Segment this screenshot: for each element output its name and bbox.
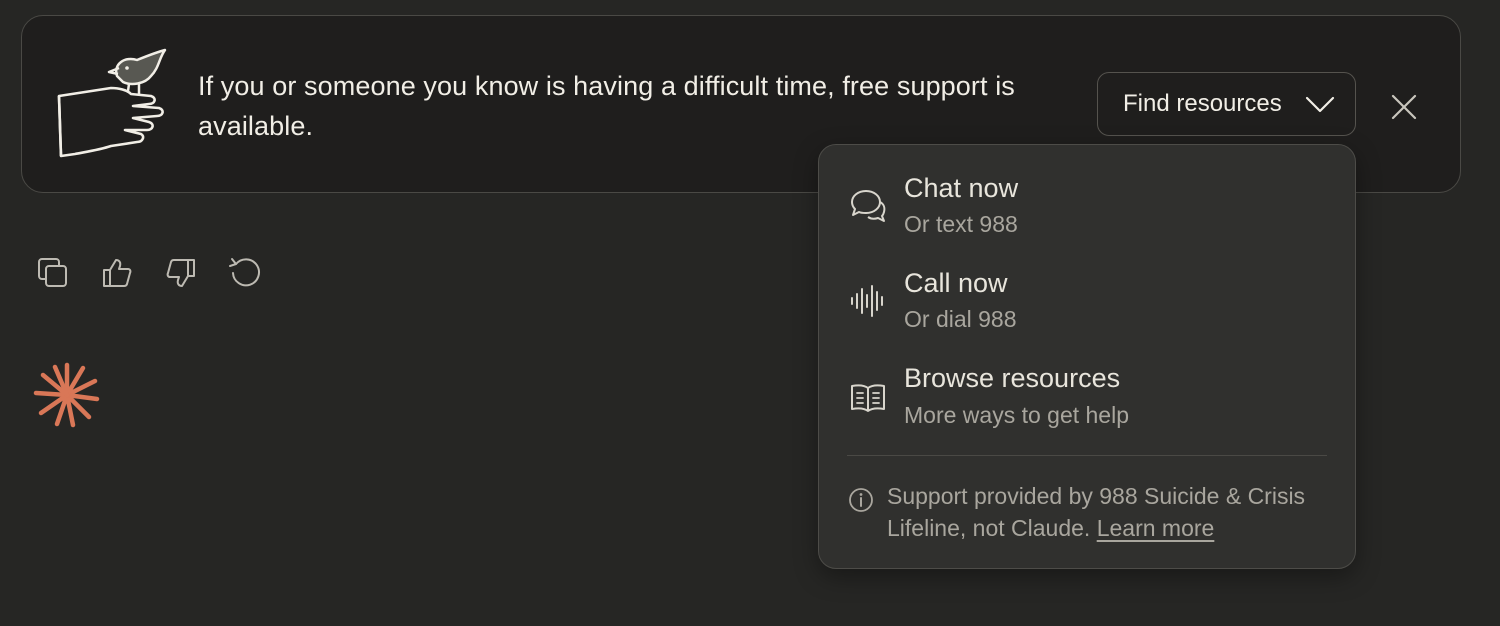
browse-resources-title: Browse resources	[904, 363, 1121, 393]
chat-bubbles-icon	[851, 190, 886, 222]
menu-item-chat-now[interactable]: Chat now Or text 988	[819, 163, 1355, 253]
find-resources-label: Find resources	[1123, 90, 1282, 117]
chevron-down-icon	[1305, 96, 1335, 113]
menu-item-call-now[interactable]: Call now Or dial 988	[819, 258, 1355, 348]
chat-now-subtitle: Or text 988	[904, 211, 1018, 237]
thumbs-down-icon[interactable]	[164, 256, 198, 290]
find-resources-button[interactable]: Find resources	[1097, 72, 1356, 136]
browse-resources-subtitle: More ways to get help	[904, 402, 1130, 428]
sound-wave-icon	[851, 285, 883, 317]
banner-message: If you or someone you know is having a d…	[198, 71, 1015, 141]
hand-holding-bird-illustration	[57, 48, 167, 158]
call-now-subtitle: Or dial 988	[904, 306, 1017, 332]
support-footnote: Support provided by 988 Suicide & Crisis…	[887, 480, 1337, 544]
learn-more-link[interactable]: Learn more	[1097, 515, 1215, 541]
chat-now-title: Chat now	[904, 173, 1019, 203]
claude-spark-icon	[33, 362, 100, 428]
retry-icon[interactable]	[228, 256, 262, 290]
close-icon[interactable]	[1387, 90, 1421, 124]
menu-divider	[847, 455, 1327, 456]
thumbs-up-icon[interactable]	[100, 256, 134, 290]
resources-dropdown: Chat now Or text 988 Call now Or dial 98…	[818, 144, 1356, 569]
copy-icon[interactable]	[36, 256, 70, 290]
info-icon	[849, 488, 873, 512]
open-book-icon	[851, 384, 885, 412]
menu-item-browse-resources[interactable]: Browse resources More ways to get help	[819, 353, 1355, 443]
call-now-title: Call now	[904, 268, 1008, 298]
